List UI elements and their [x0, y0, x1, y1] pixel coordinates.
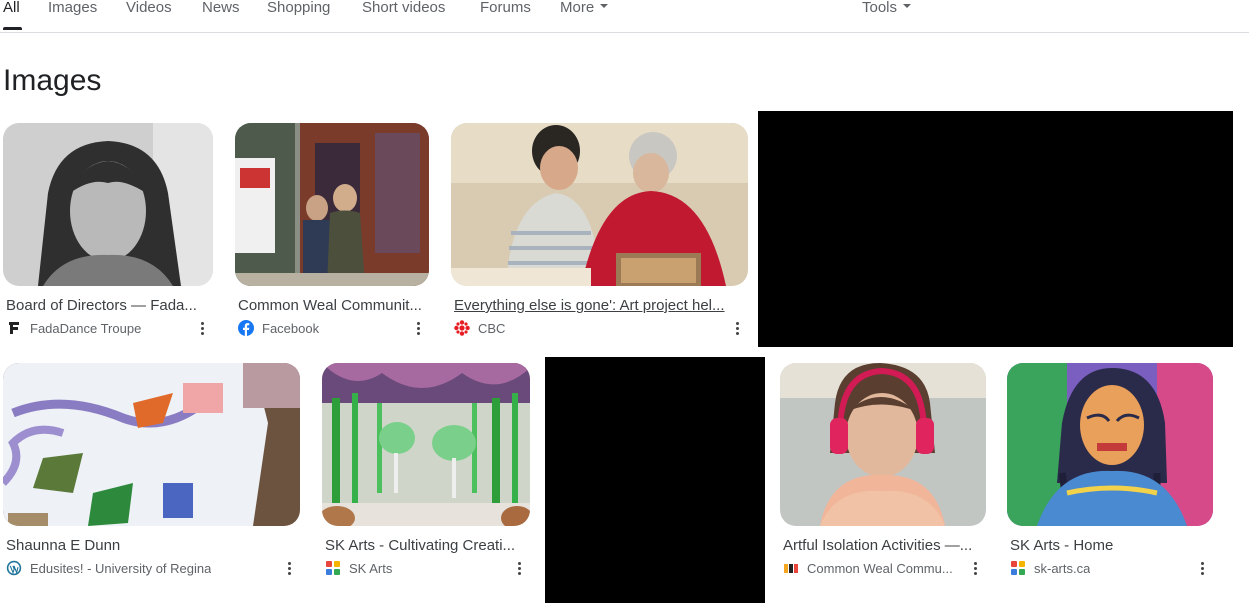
result-thumbnail[interactable]	[451, 123, 748, 286]
tab-shopping[interactable]: Shopping	[267, 0, 330, 16]
active-tab-indicator	[3, 27, 22, 30]
result-caption[interactable]: Shaunna E Dunn	[6, 537, 297, 554]
more-options-icon[interactable]	[410, 318, 426, 338]
result-caption[interactable]: SK Arts - Cultivating Creati...	[325, 537, 527, 554]
result-caption[interactable]: SK Arts - Home	[1010, 537, 1210, 554]
sk-arts-icon	[325, 560, 341, 576]
image-result[interactable]: Board of Directors — Fada... FadaDance T…	[3, 123, 213, 338]
result-source[interactable]: Facebook	[238, 320, 408, 336]
common-weal-icon	[783, 560, 799, 576]
result-source-name: Common Weal Commu...	[807, 560, 953, 576]
image-result[interactable]: Shaunna E Dunn Edusites! - University of…	[3, 363, 300, 583]
search-tabs: All Images Videos News Shopping Short vi…	[0, 0, 1249, 33]
result-thumbnail[interactable]	[1007, 363, 1213, 526]
result-source-name: sk-arts.ca	[1034, 560, 1091, 576]
result-source[interactable]: FadaDance Troupe	[6, 320, 186, 336]
result-caption[interactable]: Artful Isolation Activities —...	[783, 537, 983, 554]
result-thumbnail[interactable]	[3, 363, 300, 526]
image-result[interactable]: Artful Isolation Activities —... Common …	[780, 363, 986, 583]
redacted-region	[545, 357, 765, 603]
result-source-name: Facebook	[262, 320, 320, 336]
result-source[interactable]: sk-arts.ca	[1010, 560, 1180, 576]
tab-short-videos[interactable]: Short videos	[362, 0, 445, 16]
more-options-icon[interactable]	[1194, 558, 1210, 578]
more-options-icon[interactable]	[281, 558, 297, 578]
tab-images[interactable]: Images	[48, 0, 97, 16]
fadadance-icon	[6, 320, 22, 336]
tab-news[interactable]: News	[202, 0, 240, 16]
result-source[interactable]: CBC	[454, 320, 714, 336]
image-result[interactable]: SK Arts - Home sk-arts.ca	[1007, 363, 1213, 583]
tab-all[interactable]: All	[3, 0, 20, 16]
result-source-name: FadaDance Troupe	[30, 320, 142, 336]
sk-arts-icon	[1010, 560, 1026, 576]
result-caption[interactable]: Everything else is gone': Art project he…	[454, 297, 745, 314]
image-result[interactable]: Common Weal Communit... Facebook	[235, 123, 429, 338]
redacted-region	[758, 111, 1233, 347]
cbc-icon	[454, 320, 470, 336]
result-source[interactable]: SK Arts	[325, 560, 505, 576]
chevron-down-icon	[903, 4, 912, 9]
result-thumbnail[interactable]	[235, 123, 429, 286]
result-source-name: CBC	[478, 320, 506, 336]
wordpress-icon	[6, 560, 22, 576]
result-source-name: SK Arts	[349, 560, 393, 576]
more-options-icon[interactable]	[967, 558, 983, 578]
tools-label: Tools	[862, 0, 898, 16]
result-source-name: Edusites! - University of Regina	[30, 560, 212, 576]
result-source[interactable]: Common Weal Commu...	[783, 560, 953, 576]
more-options-icon[interactable]	[729, 318, 745, 338]
tab-more-label: More	[560, 0, 595, 16]
tab-videos[interactable]: Videos	[126, 0, 172, 16]
more-options-icon[interactable]	[511, 558, 527, 578]
result-thumbnail[interactable]	[780, 363, 986, 526]
image-result[interactable]: SK Arts - Cultivating Creati... SK Arts	[322, 363, 530, 583]
facebook-icon	[238, 320, 254, 336]
tab-more[interactable]: More	[560, 0, 609, 16]
result-thumbnail[interactable]	[3, 123, 213, 286]
tab-forums[interactable]: Forums	[480, 0, 531, 16]
more-options-icon[interactable]	[194, 318, 210, 338]
result-caption[interactable]: Common Weal Communit...	[238, 297, 426, 314]
result-source[interactable]: Edusites! - University of Regina	[6, 560, 266, 576]
image-result[interactable]: Everything else is gone': Art project he…	[451, 123, 748, 338]
result-caption[interactable]: Board of Directors — Fada...	[6, 297, 210, 314]
chevron-down-icon	[600, 4, 609, 9]
section-title: Images	[3, 64, 102, 97]
result-thumbnail[interactable]	[322, 363, 530, 526]
tools-button[interactable]: Tools	[862, 0, 912, 16]
